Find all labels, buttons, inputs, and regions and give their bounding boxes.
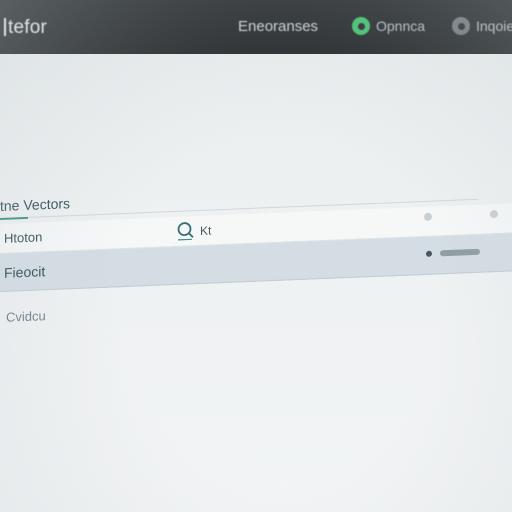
content-panel: tne Vectors Htoton Kt Fieocit Cvidcu xyxy=(0,167,512,338)
status-nav-label-1: Opnnca xyxy=(376,18,426,34)
search-icon[interactable] xyxy=(176,220,196,241)
nav-link-main[interactable]: Eneoranses xyxy=(238,18,318,35)
row-close-icon[interactable] xyxy=(490,209,498,219)
status-nav-item-2[interactable]: Inqoiem xyxy=(452,14,512,38)
status-online-icon xyxy=(352,17,370,35)
section-tab-underline xyxy=(0,216,28,220)
app-window: tefor Eneoranses Opnnca Inqoiem tne Vect… xyxy=(0,0,512,512)
status-neutral-icon xyxy=(452,17,470,35)
search-field-text[interactable]: Kt xyxy=(200,224,211,238)
row-action-pill xyxy=(440,248,480,257)
row-control-dot-icon[interactable] xyxy=(424,212,432,221)
row-action[interactable] xyxy=(426,248,480,257)
row-2-label: Fieocit xyxy=(4,262,46,281)
row-action-dot-icon xyxy=(426,250,432,257)
app-title-text: tefor xyxy=(8,17,48,38)
status-nav-item-1[interactable]: Opnnca xyxy=(352,14,425,38)
app-title[interactable]: tefor xyxy=(4,17,47,39)
section-title: tne Vectors xyxy=(0,195,71,214)
app-logo-bar xyxy=(4,18,6,36)
row-1-label: Htoton xyxy=(4,229,43,246)
top-navigation-bar: tefor Eneoranses Opnnca Inqoiem xyxy=(0,0,512,54)
status-nav-label-2: Inqoiem xyxy=(476,18,512,34)
row-3-label[interactable]: Cvidcu xyxy=(6,308,46,325)
